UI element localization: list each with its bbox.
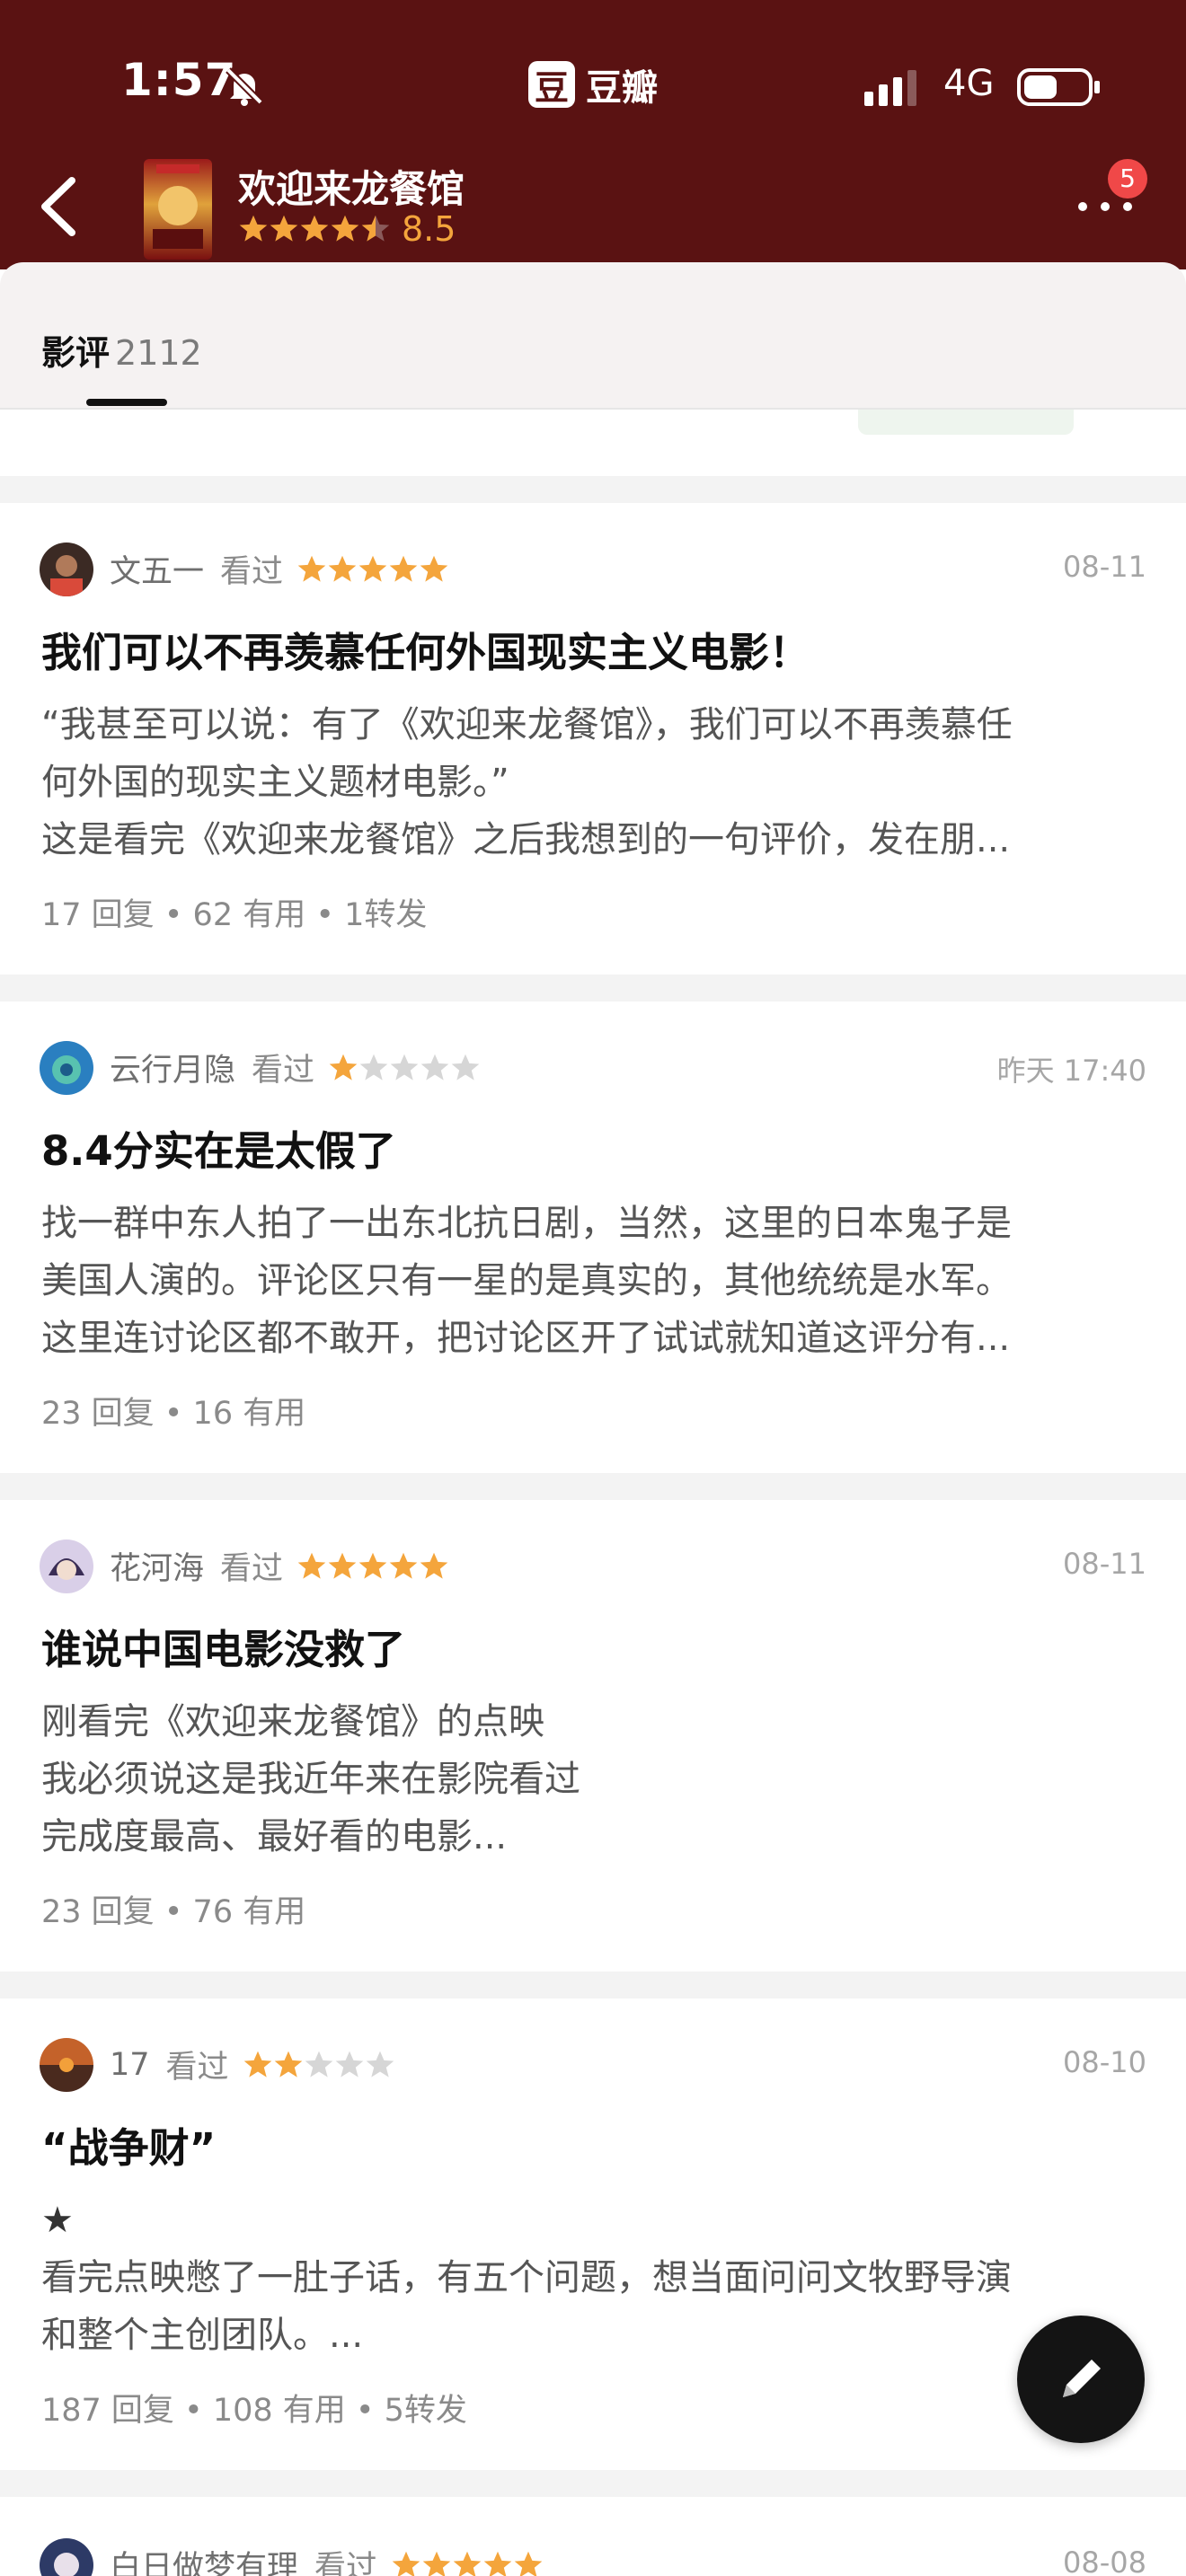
write-review-button[interactable] <box>1017 2316 1145 2443</box>
author-name[interactable]: 17 <box>110 2047 150 2083</box>
previous-card-peek <box>0 410 1186 476</box>
douban-logo: 豆 <box>528 61 575 108</box>
divider <box>0 2470 1186 2497</box>
review-stats: 23 回复 • 16 有用 <box>41 1396 306 1432</box>
tab-reviews[interactable]: 影评 2112 <box>41 325 202 375</box>
divider <box>0 476 1186 503</box>
review-excerpt[interactable]: ★ 看完点映憋了一肚子话，有五个问题，想当面问问文牧野导演 和整个主创团队。..… <box>41 2192 1155 2364</box>
bell-off-icon <box>226 67 263 106</box>
excerpt-line: 刚看完《欢迎来龙餐馆》的点映 <box>41 1701 544 1742</box>
author-name[interactable]: 云行月隐 <box>110 1045 235 1090</box>
edit-pen-icon <box>1063 2360 1101 2397</box>
title-bar: 欢迎来龙餐馆 8.5 5 <box>0 148 1186 269</box>
review-stars <box>297 1552 448 1579</box>
notification-badge: 5 <box>1108 159 1147 198</box>
watch-status: 看过 <box>220 554 284 590</box>
tab-reviews-count: 2112 <box>115 333 202 373</box>
review-stars <box>329 1054 480 1081</box>
watch-status: 看过 <box>252 1053 315 1089</box>
review-card[interactable]: 花河海 看过 08-11 谁说中国电影没救了 刚看完《欢迎来龙餐馆》的点映 我必… <box>0 1500 1186 1972</box>
review-card[interactable]: 白日做梦有理 看过 08-08 <box>0 2497 1186 2576</box>
review-card[interactable]: 文五一 看过 08-11 我们可以不再羡慕任何外国现实主义电影！ “我甚至可以说… <box>0 503 1186 975</box>
excerpt-line: “我甚至可以说：有了《欢迎来龙餐馆》，我们可以不再羡慕任 <box>41 704 1013 745</box>
battery-icon <box>1017 68 1100 106</box>
divider <box>0 1473 1186 1500</box>
signal-icon <box>864 70 916 106</box>
excerpt-line: ★ <box>41 2200 74 2241</box>
review-stats: 17 回复 • 62 有用 • 1转发 <box>41 897 428 933</box>
app-header: 1:57 豆 豆瓣 4G 欢迎来龙餐馆 8.5 5 <box>0 0 1186 269</box>
review-meta: 17 看过 <box>110 2042 396 2087</box>
app-badge: 豆 豆瓣 <box>528 58 658 110</box>
avatar[interactable] <box>40 543 93 596</box>
tab-reviews-label: 影评 <box>41 333 111 373</box>
excerpt-line: 完成度最高、最好看的电影... <box>41 1816 508 1857</box>
excerpt-line: 美国人演的。评论区只有一星的是真实的，其他统统是水军。 <box>41 1260 1012 1301</box>
app-name: 豆瓣 <box>586 67 658 109</box>
rating-stars <box>239 215 390 242</box>
review-meta: 白日做梦有理 看过 <box>110 2542 544 2576</box>
author-name[interactable]: 文五一 <box>110 546 204 592</box>
avatar[interactable] <box>40 1041 93 1095</box>
reviews-sheet-header: 影评 2112 <box>0 262 1186 408</box>
review-stats: 23 回复 • 76 有用 <box>41 1894 306 1930</box>
review-excerpt[interactable]: 找一群中东人拍了一出东北抗日剧，当然，这里的日本鬼子是 美国人演的。评论区只有一… <box>41 1195 1155 1367</box>
review-excerpt[interactable]: 刚看完《欢迎来龙餐馆》的点映 我必须说这是我近年来在影院看过 完成度最高、最好看… <box>41 1693 1155 1866</box>
movie-title: 欢迎来龙餐馆 <box>238 167 465 211</box>
excerpt-line: 找一群中东人拍了一出东北抗日剧，当然，这里的日本鬼子是 <box>41 1203 1012 1244</box>
review-title[interactable]: 我们可以不再羡慕任何外国现实主义电影！ <box>41 620 810 678</box>
back-icon[interactable] <box>36 175 81 238</box>
review-title[interactable]: 谁说中国电影没救了 <box>41 1617 405 1675</box>
review-stars <box>243 2051 394 2078</box>
excerpt-line: 这里连讨论区都不敢开，把讨论区开了试试就知道这评分有... <box>41 1318 1011 1359</box>
review-meta: 花河海 看过 <box>110 1543 450 1589</box>
watch-status: 看过 <box>165 2050 229 2086</box>
review-stars <box>392 2551 543 2576</box>
peek-button <box>858 410 1074 435</box>
review-title[interactable]: “战争财” <box>41 2115 216 2174</box>
status-bar: 1:57 豆 豆瓣 4G <box>0 0 1186 171</box>
author-name[interactable]: 白日做梦有理 <box>110 2542 298 2576</box>
review-meta: 文五一 看过 <box>110 546 450 592</box>
divider <box>0 975 1186 1001</box>
avatar[interactable] <box>40 2038 93 2092</box>
review-date: 08-11 <box>1063 1547 1146 1581</box>
review-stars <box>297 555 448 582</box>
tab-active-indicator <box>86 399 167 406</box>
review-date: 昨天 17:40 <box>996 1054 1146 1088</box>
network-type: 4G <box>943 63 995 104</box>
excerpt-line: 看完点映憋了一肚子话，有五个问题，想当面问问文牧野导演 <box>41 2257 1012 2298</box>
review-card[interactable]: 17 看过 08-10 “战争财” ★ 看完点映憋了一肚子话，有五个问题，想当面… <box>0 1998 1186 2470</box>
excerpt-line: 和整个主创团队。... <box>41 2315 364 2356</box>
review-date: 08-11 <box>1063 550 1146 584</box>
review-card[interactable]: 云行月隐 看过 昨天 17:40 8.4分实在是太假了 找一群中东人拍了一出东北… <box>0 1001 1186 1473</box>
watch-status: 看过 <box>220 1551 284 1587</box>
avatar[interactable] <box>40 1539 93 1593</box>
movie-poster[interactable] <box>144 159 212 260</box>
review-meta: 云行月隐 看过 <box>110 1045 482 1090</box>
watch-status: 看过 <box>314 2550 378 2576</box>
rating-score: 8.5 <box>402 209 456 249</box>
excerpt-line: 这是看完《欢迎来龙餐馆》之后我想到的一句评价，发在朋... <box>41 819 1011 860</box>
review-date: 08-10 <box>1063 2045 1146 2079</box>
review-excerpt[interactable]: “我甚至可以说：有了《欢迎来龙餐馆》，我们可以不再羡慕任 何外国的现实主义题材电… <box>41 696 1155 869</box>
movie-rating: 8.5 <box>238 209 456 249</box>
excerpt-line: 何外国的现实主义题材电影。” <box>41 762 509 803</box>
excerpt-line: 我必须说这是我近年来在影院看过 <box>41 1759 580 1800</box>
avatar[interactable] <box>40 2538 93 2576</box>
status-time: 1:57 <box>121 54 237 106</box>
review-title[interactable]: 8.4分实在是太假了 <box>41 1118 396 1177</box>
review-stats: 187 回复 • 108 有用 • 5转发 <box>41 2393 467 2429</box>
review-date: 08-08 <box>1063 2545 1146 2576</box>
author-name[interactable]: 花河海 <box>110 1543 204 1589</box>
divider <box>0 1972 1186 1998</box>
